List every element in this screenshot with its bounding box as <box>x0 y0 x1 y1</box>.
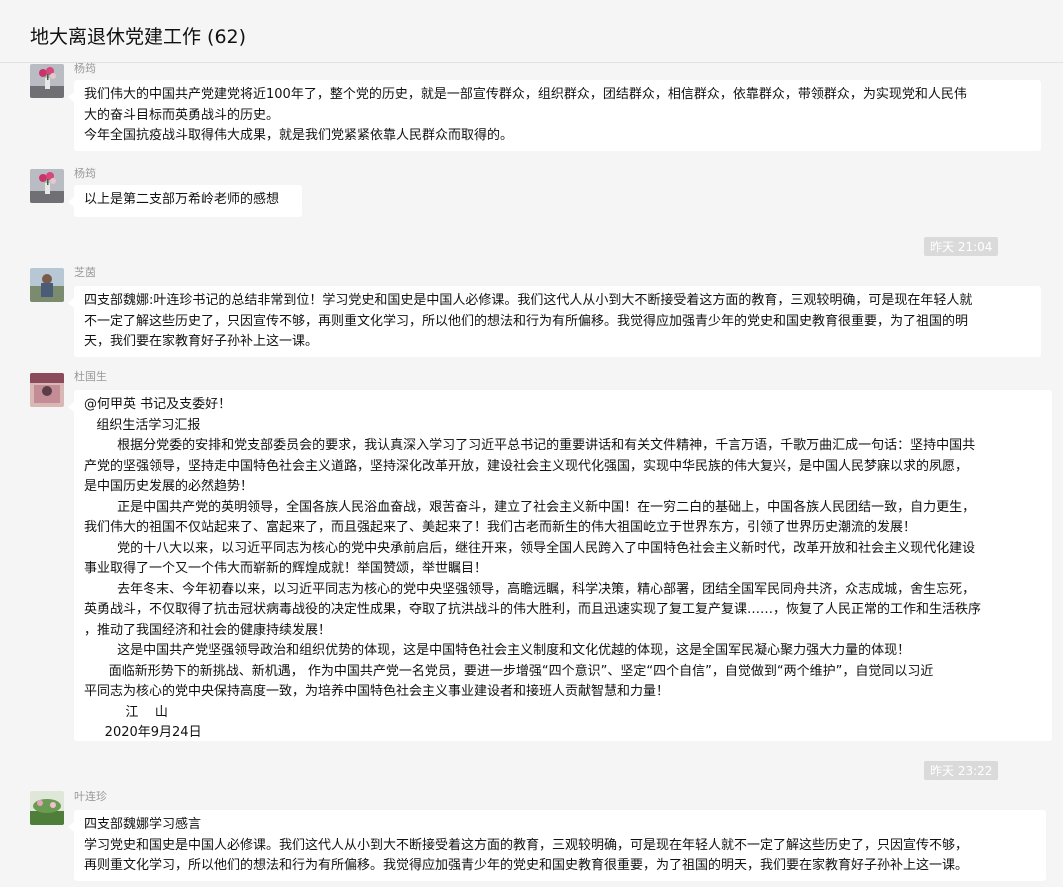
message-text: 正是中国共产党的英明领导，全国各族人民浴血奋战，艰苦奋斗，建立了社会主义新中国！… <box>84 499 976 515</box>
message-bubble[interactable]: @何甲英 书记及支委好！ 组织生活学习汇报 根据分党委的安排和党支部委员会的要求… <box>68 390 1052 741</box>
message-text: 英勇战斗，不仅取得了抗击冠状病毒战役的决定性成果，夺取了抗洪战斗的伟大胜利，而且… <box>84 602 982 617</box>
message-bubble[interactable]: 以上是第二支部万希岭老师的感想 <box>68 185 302 217</box>
message-text: 产党的坚强领导，坚持走中国特色社会主义道路，坚持深化改革开放，建设社会主义现代化… <box>84 458 969 474</box>
message-text: 组织生活学习汇报 <box>84 417 201 433</box>
sender-name: 杜国生 <box>74 370 107 383</box>
avatar[interactable] <box>30 373 64 407</box>
message-text: 2020年9月24日 <box>84 725 202 740</box>
message-text: 根据分党委的安排和党支部委员会的要求，我认真深入学习了习近平总书记的重要讲话和有… <box>84 438 976 453</box>
message-text: 以上是第二支部万希岭老师的感想 <box>84 192 280 207</box>
message-text: 党的十八大以来，以习近平同志为核心的党中央承前启后，继往开来，领导全国人民跨入了… <box>84 540 976 556</box>
message-text: 四支部魏娜:叶连珍书记的总结非常到位！学习党史和国史是中国人必修课。我们这代人从… <box>84 293 973 308</box>
message-text: 我们伟大的中国共产党建党将近100年了，整个党的历史，就是一部宣传群众，组织群众… <box>84 87 967 102</box>
message-text: 是中国历史发展的必然趋势！ <box>84 479 254 494</box>
message-text: 江 山 <box>84 704 168 720</box>
message-bubble[interactable]: 我们伟大的中国共产党建党将近100年了，整个党的历史，就是一部宣传群众，组织群众… <box>68 80 1041 151</box>
sender-name: 杨筠 <box>74 62 96 75</box>
sender-name: 杨筠 <box>74 167 96 180</box>
message-text: 这是中国共产党坚强领导政治和组织优势的体现，这是中国特色社会主义制度和文化优越的… <box>84 643 911 658</box>
avatar[interactable] <box>30 268 64 302</box>
message-text: @何甲英 书记及支委好！ <box>84 397 232 412</box>
message-bubble[interactable]: 四支部魏娜学习感言 学习党史和国史是中国人必修课。我们这代人从小到大不断接受着这… <box>68 810 1046 881</box>
message-text: 平同志为核心的党中央保持高度一致，为培养中国特色社会主义事业建设者和接班人贡献智… <box>84 684 670 699</box>
message-text: 不一定了解这些历史了，只因宣传不够，再则重文化学习，所以他们的想法和行为有所偏移… <box>84 313 969 329</box>
timestamp: 昨天 23:22 <box>924 761 999 780</box>
avatar[interactable] <box>30 791 64 825</box>
message-text: 事业取得了一个又一个伟大而崭新的辉煌成就！举国赞颂，举世瞩目！ <box>84 561 488 576</box>
message-text: 天，我们要在家教育好子孙补上这一课。 <box>84 334 319 349</box>
message-text: 今年全国抗疫战斗取得伟大成果，就是我们党紧紧依靠人民群众而取得的。 <box>84 128 514 143</box>
message-text: 去年冬末、今年初春以来，以习近平同志为核心的党中央坚强领导，高瞻远瞩，科学决策，… <box>84 581 976 597</box>
message-text: ，推动了我国经济和社会的健康持续发展！ <box>84 622 332 638</box>
message-text: 四支部魏娜学习感言 <box>84 817 202 832</box>
message-text: 面临新形势下的新挑战、新机遇， 作为中国共产党一名党员，要进一步增强“四个意识”… <box>84 663 934 679</box>
avatar[interactable] <box>30 169 64 203</box>
timestamp: 昨天 21:04 <box>924 237 999 256</box>
avatar[interactable] <box>30 64 64 98</box>
message-bubble[interactable]: 四支部魏娜:叶连珍书记的总结非常到位！学习党史和国史是中国人必修课。我们这代人从… <box>68 286 1041 357</box>
sender-name: 芝茵 <box>74 266 96 279</box>
message-text: 再则重文化学习，所以他们的想法和行为有所偏移。我觉得应加强青少年的党史和国史教育… <box>84 858 969 873</box>
chat-title: 地大离退休党建工作 (62) <box>30 26 247 48</box>
message-text: 大的奋斗目标而英勇战斗的历史。 <box>84 107 280 123</box>
sender-name: 叶连珍 <box>74 790 107 803</box>
message-text: 我们伟大的祖国不仅站起来了、富起来了，而且强起来了、美起来了！我们古老而新生的伟… <box>84 520 917 535</box>
chat-header: 地大离退休党建工作 (62) <box>0 0 1063 63</box>
message-text: 学习党史和国史是中国人必修课。我们这代人从小到大不断接受着这方面的教育，三观较明… <box>84 837 969 853</box>
